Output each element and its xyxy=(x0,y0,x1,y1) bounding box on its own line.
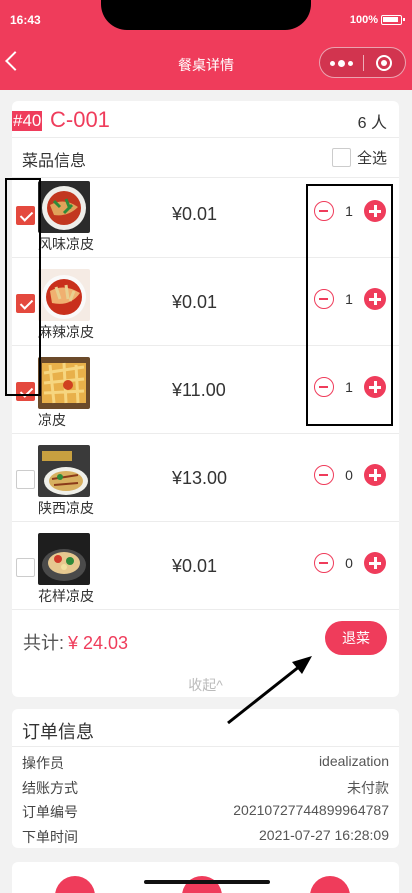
close-target-icon[interactable] xyxy=(376,55,392,71)
plus-icon[interactable] xyxy=(364,464,386,486)
order-row-value: 20210727744899964787 xyxy=(233,802,389,818)
order-row: 结账方式 未付款 xyxy=(22,778,389,798)
action-icon[interactable] xyxy=(182,876,222,893)
home-indicator xyxy=(144,880,270,884)
minus-icon[interactable] xyxy=(314,289,334,309)
dish-checkbox[interactable] xyxy=(16,294,35,313)
minus-icon[interactable] xyxy=(314,465,334,485)
table-code: C-001 xyxy=(50,107,110,132)
select-all-label: 全选 xyxy=(356,150,387,167)
quantity-value: 1 xyxy=(345,379,353,395)
dish-name: 风味凉皮 xyxy=(38,236,94,252)
dish-item: 麻辣凉皮 ¥0.01 1 xyxy=(12,266,399,354)
order-row-value: 未付款 xyxy=(347,780,389,796)
dish-price: ¥0.01 xyxy=(172,292,218,312)
dish-name: 花样凉皮 xyxy=(38,588,94,604)
dish-item: 风味凉皮 ¥0.01 1 xyxy=(12,178,399,266)
dish-name: 陕西凉皮 xyxy=(38,500,94,516)
quantity-stepper: 0 xyxy=(314,552,386,574)
total: 共计: ¥ 24.03 xyxy=(23,629,128,655)
dish-name: 麻辣凉皮 xyxy=(38,324,94,340)
plus-icon[interactable] xyxy=(364,288,386,310)
quantity-stepper: 1 xyxy=(314,376,386,398)
people-count: 6 人 xyxy=(357,115,387,132)
table-number: #40 xyxy=(12,111,43,131)
dish-price: ¥13.00 xyxy=(172,468,228,488)
divider xyxy=(12,257,399,258)
divider xyxy=(12,746,399,747)
dish-price: ¥0.01 xyxy=(172,204,218,224)
more-icon[interactable] xyxy=(330,60,353,67)
add-icon[interactable] xyxy=(55,876,95,893)
checkout-icon[interactable] xyxy=(310,876,350,893)
battery-icon xyxy=(381,15,405,25)
dish-price: ¥11.00 xyxy=(172,380,226,400)
order-info-card: 订单信息 操作员 idealization 结账方式 未付款 订单编号 2021… xyxy=(12,709,399,848)
minus-icon[interactable] xyxy=(314,553,334,573)
total-amount: ¥ 24.03 xyxy=(68,633,129,653)
order-row: 操作员 idealization xyxy=(22,753,389,773)
dish-image xyxy=(38,357,90,409)
table-detail-card: #40 C-001 6 人 菜品信息 全选 风味凉皮 ¥0.01 1 麻辣凉皮 … xyxy=(12,101,399,697)
plus-icon[interactable] xyxy=(364,200,386,222)
status-time: 16:43 xyxy=(10,13,41,27)
divider xyxy=(12,433,399,434)
quantity-stepper: 1 xyxy=(314,288,386,310)
dish-image xyxy=(38,445,90,497)
plus-icon[interactable] xyxy=(364,552,386,574)
order-row-label: 下单时间 xyxy=(22,829,78,845)
divider xyxy=(12,137,399,138)
order-row-value: 2021-07-27 16:28:09 xyxy=(259,827,389,843)
collapse-toggle[interactable]: 收起^ xyxy=(12,675,399,695)
bottom-actions xyxy=(12,862,399,893)
minus-icon[interactable] xyxy=(314,201,334,221)
order-row-value: idealization xyxy=(318,753,389,769)
divider xyxy=(12,345,399,346)
order-row-label: 操作员 xyxy=(22,755,64,771)
navigation-bar: 16:43 100% 餐桌详情 xyxy=(0,0,412,90)
dish-image xyxy=(38,181,90,233)
divider xyxy=(12,609,399,610)
divider xyxy=(12,521,399,522)
quantity-value: 1 xyxy=(345,203,353,219)
quantity-value: 0 xyxy=(345,555,353,571)
minus-icon[interactable] xyxy=(314,377,334,397)
order-row-label: 订单编号 xyxy=(22,804,78,820)
select-all[interactable]: 全选 xyxy=(331,147,387,168)
dish-checkbox[interactable] xyxy=(16,558,35,577)
dish-checkbox[interactable] xyxy=(16,206,35,225)
device-notch xyxy=(101,0,311,30)
order-row-label: 结账方式 xyxy=(22,780,78,796)
select-all-checkbox[interactable] xyxy=(331,148,351,167)
dishes-section-title: 菜品信息 xyxy=(22,153,87,170)
quantity-value: 1 xyxy=(345,291,353,307)
battery-percent: 100% xyxy=(349,14,378,26)
total-label: 共计: xyxy=(23,633,65,653)
dish-image xyxy=(38,533,90,585)
quantity-stepper: 1 xyxy=(314,200,386,222)
order-row: 下单时间 2021-07-27 16:28:09 xyxy=(22,827,389,847)
dish-checkbox[interactable] xyxy=(16,470,35,489)
dish-item: 陕西凉皮 ¥13.00 0 xyxy=(12,442,399,530)
dish-image xyxy=(38,269,90,321)
order-info-title: 订单信息 xyxy=(22,722,94,742)
dish-item: 花样凉皮 ¥0.01 0 xyxy=(12,530,399,618)
dish-item: 凉皮 ¥11.00 1 xyxy=(12,354,399,442)
capsule-divider xyxy=(363,55,364,71)
dish-name: 凉皮 xyxy=(38,412,66,428)
quantity-stepper: 0 xyxy=(314,464,386,486)
return-dish-button[interactable]: 退菜 xyxy=(325,621,387,655)
dish-checkbox[interactable] xyxy=(16,382,35,401)
order-row: 订单编号 20210727744899964787 xyxy=(22,802,389,822)
plus-icon[interactable] xyxy=(364,376,386,398)
mini-program-capsule xyxy=(319,47,406,78)
dish-price: ¥0.01 xyxy=(172,556,218,576)
quantity-value: 0 xyxy=(345,467,353,483)
